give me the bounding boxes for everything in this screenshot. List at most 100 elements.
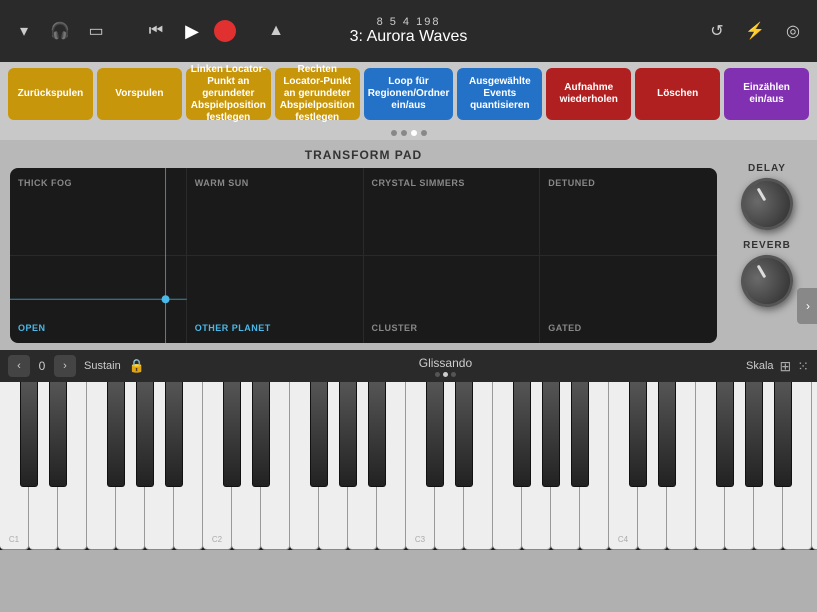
delay-label: DELAY: [748, 163, 786, 174]
glissando-label: Glissando: [153, 356, 738, 370]
octave-up-button[interactable]: ›: [54, 355, 76, 377]
black-key-C#4[interactable]: [629, 382, 647, 487]
headphones-icon[interactable]: 🎧: [46, 17, 74, 45]
pad-cell-warm-sun[interactable]: WARM SUN: [187, 168, 364, 256]
pad-cell-other-planet[interactable]: OTHER PLANET: [187, 256, 364, 344]
dot-2[interactable]: [401, 130, 407, 136]
play-button[interactable]: ▶: [178, 17, 206, 45]
glissando-dots: [153, 372, 738, 377]
main-area: TRANSFORM PAD THICK FOG WARM SUN CRYSTAL…: [0, 140, 817, 350]
pad-label-open: OPEN: [18, 323, 178, 333]
dot-1[interactable]: [391, 130, 397, 136]
piano-note-label-C2: C2: [212, 535, 222, 544]
black-key-D#2[interactable]: [252, 382, 270, 487]
page-dots: [0, 130, 817, 136]
knobs-section: DELAY REVERB ›: [727, 148, 807, 342]
piano-keyboard[interactable]: C1 C2 C3 C4 C5: [0, 382, 817, 550]
dot-4[interactable]: [421, 130, 427, 136]
quantize-button[interactable]: Ausgewählte Events quantisieren: [457, 68, 542, 120]
keyboard-controls: ‹ 0 › Sustain 🔒 Glissando Skala ⊞ ⁙: [0, 350, 817, 382]
piano-note-label-C3: C3: [415, 535, 425, 544]
black-key-F#2[interactable]: [310, 382, 328, 487]
piano-note-label-C1: C1: [9, 535, 19, 544]
black-key-G#2[interactable]: [339, 382, 357, 487]
top-bar-left: ▾ 🎧 ▭ ⏮ ▶ ▲: [10, 17, 290, 45]
pad-cell-cluster[interactable]: CLUSTER: [364, 256, 541, 344]
black-key-D#4[interactable]: [658, 382, 676, 487]
black-key-C#2[interactable]: [223, 382, 241, 487]
black-key-D#3[interactable]: [455, 382, 473, 487]
black-key-A#1[interactable]: [165, 382, 183, 487]
sustain-label: Sustain: [84, 360, 121, 372]
g-dot-1[interactable]: [435, 372, 440, 377]
bar-position: 8 5 4 198: [350, 16, 468, 28]
black-key-D#1[interactable]: [49, 382, 67, 487]
octave-4: C4: [609, 382, 812, 550]
glissando-center: Glissando: [153, 356, 738, 377]
black-key-G#3[interactable]: [542, 382, 560, 487]
black-key-G#1[interactable]: [136, 382, 154, 487]
white-key-C5[interactable]: C5: [812, 382, 817, 550]
pad-label-detuned: DETUNED: [548, 178, 709, 188]
keyboard-grid-icon[interactable]: ⊞: [780, 358, 792, 375]
right-locator-button[interactable]: Rechten Locator-Punkt an gerundeter Absp…: [275, 68, 360, 120]
octave-2: C2: [203, 382, 406, 550]
rewind-button[interactable]: Zurückspulen: [8, 68, 93, 120]
top-bar: ▾ 🎧 ▭ ⏮ ▶ ▲ 8 5 4 198 3: Aurora Waves ↺ …: [0, 0, 817, 62]
transform-pad-title: TRANSFORM PAD: [10, 148, 717, 162]
black-key-F#4[interactable]: [716, 382, 734, 487]
delete-button[interactable]: Löschen: [635, 68, 720, 120]
octave-down-button[interactable]: ‹: [8, 355, 30, 377]
settings-icon[interactable]: ◎: [779, 17, 807, 45]
repeat-record-button[interactable]: Aufnahme wiederholen: [546, 68, 631, 120]
transform-section: TRANSFORM PAD THICK FOG WARM SUN CRYSTAL…: [10, 148, 717, 342]
chevron-down-icon[interactable]: ▾: [10, 17, 38, 45]
loop-button[interactable]: Loop für Regionen/Ordner ein/aus: [364, 68, 454, 120]
piano-note-label-C4: C4: [618, 535, 628, 544]
octave-number: 0: [34, 359, 50, 373]
pad-cell-open[interactable]: OPEN: [10, 256, 187, 344]
g-dot-3[interactable]: [451, 372, 456, 377]
pad-cell-thick-fog[interactable]: THICK FOG: [10, 168, 187, 256]
delay-knob[interactable]: [731, 168, 802, 239]
skala-label: Skala: [746, 360, 774, 372]
black-key-C#1[interactable]: [20, 382, 38, 487]
record-button[interactable]: [214, 20, 236, 42]
octave-control-group: ‹ 0 ›: [8, 355, 76, 377]
refresh-icon[interactable]: ↺: [703, 17, 731, 45]
lock-icon: 🔒: [129, 358, 145, 374]
pad-cell-gated[interactable]: GATED: [540, 256, 717, 344]
reverb-knob[interactable]: [731, 245, 802, 316]
top-bar-center: 8 5 4 198 3: Aurora Waves: [350, 16, 468, 46]
screen-icon[interactable]: ▭: [82, 17, 110, 45]
octave-3: C3: [406, 382, 609, 550]
octave-5: C5: [812, 382, 817, 550]
forward-button[interactable]: Vorspulen: [97, 68, 182, 120]
black-key-F#3[interactable]: [513, 382, 531, 487]
pad-cell-crystal[interactable]: CRYSTAL SIMMERS: [364, 168, 541, 256]
black-key-C#3[interactable]: [426, 382, 444, 487]
pad-label-cluster: CLUSTER: [372, 323, 532, 333]
settings-dots-icon[interactable]: ⁙: [797, 358, 809, 375]
black-key-A#3[interactable]: [571, 382, 589, 487]
next-panel-arrow[interactable]: ›: [797, 288, 817, 324]
left-locator-button[interactable]: Linken Locator-Punkt an gerundeter Abspi…: [186, 68, 271, 120]
song-title: 3: Aurora Waves: [350, 28, 468, 46]
black-key-F#1[interactable]: [107, 382, 125, 487]
black-key-A#4[interactable]: [774, 382, 792, 487]
pad-cell-detuned[interactable]: DETUNED: [540, 168, 717, 256]
up-arrow-icon[interactable]: ▲: [262, 17, 290, 45]
keyboard-right-group: Skala ⊞ ⁙: [746, 358, 809, 375]
octave-1: C1: [0, 382, 203, 550]
black-key-A#2[interactable]: [368, 382, 386, 487]
dot-3[interactable]: [411, 130, 417, 136]
g-dot-2[interactable]: [443, 372, 448, 377]
black-key-G#4[interactable]: [745, 382, 763, 487]
transform-pad[interactable]: THICK FOG WARM SUN CRYSTAL SIMMERS DETUN…: [10, 168, 717, 343]
button-row: Zurückspulen Vorspulen Linken Locator-Pu…: [0, 62, 817, 126]
skip-back-button[interactable]: ⏮: [142, 17, 170, 45]
metronome-icon[interactable]: ⚡: [741, 17, 769, 45]
reverb-label: REVERB: [743, 240, 791, 251]
count-in-button[interactable]: Einzählen ein/aus: [724, 68, 809, 120]
pad-label-other-planet: OTHER PLANET: [195, 323, 355, 333]
